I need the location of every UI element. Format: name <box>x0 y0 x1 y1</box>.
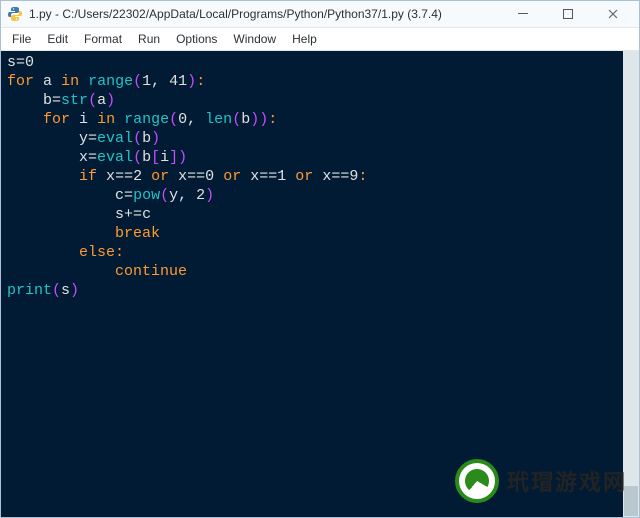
code-line[interactable]: for i in range(0, len(b)): <box>7 110 633 129</box>
vertical-scrollbar[interactable] <box>623 51 639 517</box>
minimize-button[interactable] <box>501 2 545 26</box>
watermark-logo-icon <box>455 459 499 503</box>
code-line[interactable]: if x==2 or x==0 or x==1 or x==9: <box>7 167 633 186</box>
watermark-text: 玳瑁游戏网 <box>507 465 627 497</box>
code-line[interactable]: s+=c <box>7 205 633 224</box>
menubar: File Edit Format Run Options Window Help <box>1 28 639 51</box>
menu-options[interactable]: Options <box>169 30 224 48</box>
menu-window[interactable]: Window <box>226 30 283 48</box>
code-line[interactable]: else: <box>7 243 633 262</box>
editor-area[interactable]: s=0for a in range(1, 41): b=str(a) for i… <box>1 51 639 517</box>
code-line[interactable]: s=0 <box>7 53 633 72</box>
code-editor[interactable]: s=0for a in range(1, 41): b=str(a) for i… <box>1 51 639 302</box>
code-line[interactable]: c=pow(y, 2) <box>7 186 633 205</box>
window-controls <box>501 2 635 26</box>
titlebar: 1.py - C:/Users/22302/AppData/Local/Prog… <box>1 1 639 28</box>
idle-window: 1.py - C:/Users/22302/AppData/Local/Prog… <box>0 0 640 518</box>
code-line[interactable]: break <box>7 224 633 243</box>
watermark: 玳瑁游戏网 <box>455 459 627 503</box>
maximize-button[interactable] <box>546 2 590 26</box>
menu-format[interactable]: Format <box>77 30 129 48</box>
code-line[interactable]: for a in range(1, 41): <box>7 72 633 91</box>
close-button[interactable] <box>591 2 635 26</box>
code-line[interactable]: b=str(a) <box>7 91 633 110</box>
window-title: 1.py - C:/Users/22302/AppData/Local/Prog… <box>29 7 501 21</box>
menu-help[interactable]: Help <box>285 30 324 48</box>
code-line[interactable]: x=eval(b[i]) <box>7 148 633 167</box>
menu-file[interactable]: File <box>5 30 38 48</box>
python-icon <box>7 6 23 22</box>
menu-edit[interactable]: Edit <box>40 30 75 48</box>
menu-run[interactable]: Run <box>131 30 167 48</box>
code-line[interactable]: continue <box>7 262 633 281</box>
scroll-thumb[interactable] <box>624 486 638 516</box>
code-line[interactable]: y=eval(b) <box>7 129 633 148</box>
code-line[interactable]: print(s) <box>7 281 633 300</box>
